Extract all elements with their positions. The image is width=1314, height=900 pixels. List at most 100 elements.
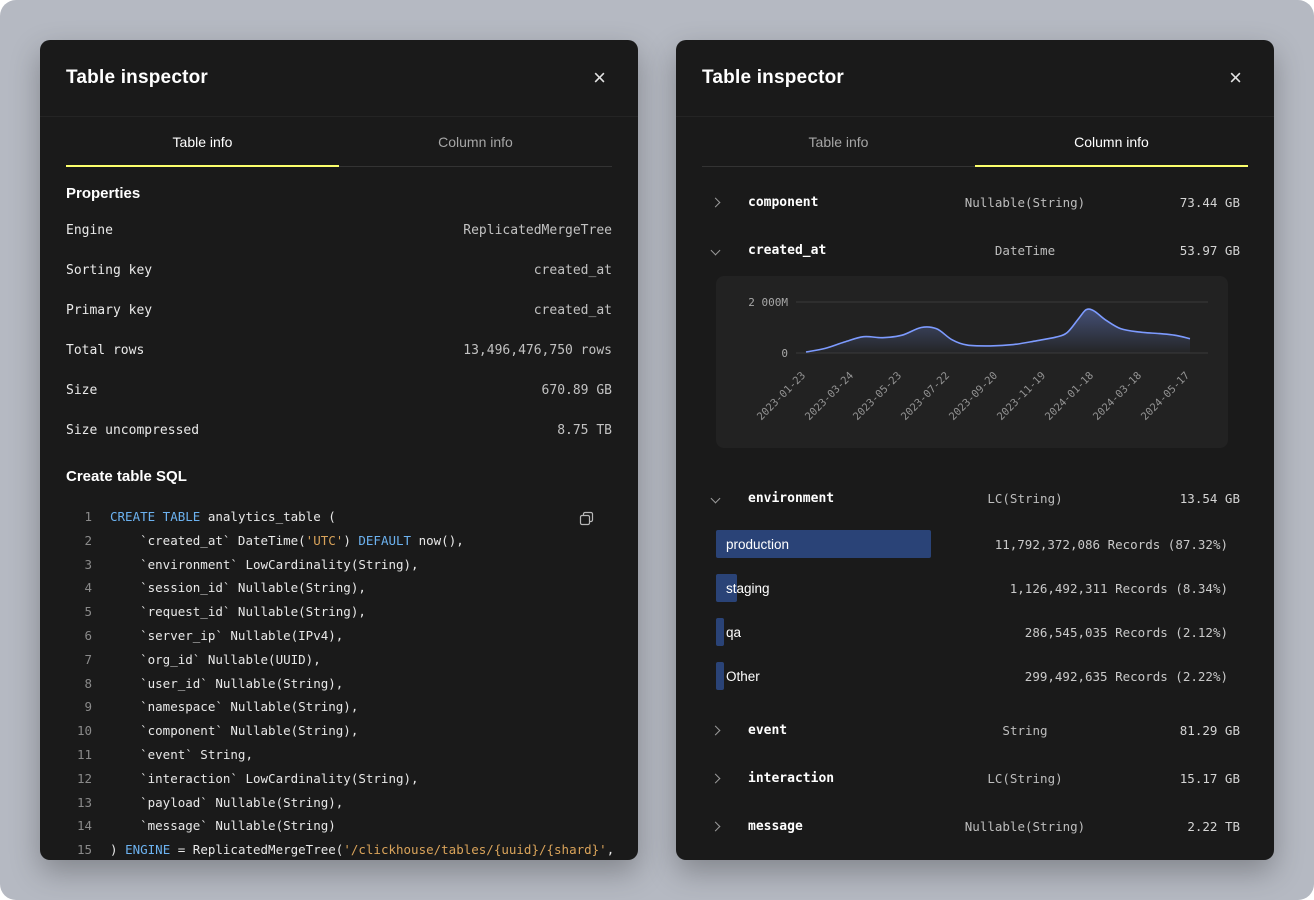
svg-text:2023-01-23: 2023-01-23 <box>755 370 808 423</box>
tab-table-info[interactable]: Table info <box>702 117 975 166</box>
sql-line: 10 `component` Nullable(String), <box>66 719 612 743</box>
svg-text:0: 0 <box>781 347 788 360</box>
property-value: ReplicatedMergeTree <box>463 223 612 238</box>
column-name: message <box>748 819 920 834</box>
line-number: 14 <box>66 814 92 838</box>
bar-label: staging <box>716 581 770 596</box>
sql-line: 12 `interaction` LowCardinality(String), <box>66 767 612 791</box>
column-list: componentNullable(String)73.44 GBcreated… <box>676 178 1274 850</box>
chevron-down-icon <box>712 247 722 254</box>
svg-text:2023-05-23: 2023-05-23 <box>851 370 904 423</box>
line-number: 6 <box>66 624 92 648</box>
svg-text:2 000M: 2 000M <box>748 296 788 309</box>
property-row: Primary keycreated_at <box>66 290 612 330</box>
chevron-right-icon <box>712 775 722 782</box>
bar-label: qa <box>716 625 741 640</box>
tab-table-info[interactable]: Table info <box>66 117 339 166</box>
line-number: 9 <box>66 695 92 719</box>
copy-icon[interactable] <box>575 507 598 533</box>
column-type: String <box>920 723 1130 738</box>
tab-column-info[interactable]: Column info <box>339 117 612 166</box>
column-size: 73.44 GB <box>1130 195 1240 210</box>
line-number: 13 <box>66 791 92 815</box>
table-inspector-modal-table-info: Table inspector × Table info Column info… <box>40 40 638 860</box>
properties-list: Engine ReplicatedMergeTree Sorting keycrea… <box>66 210 612 450</box>
property-label: Total rows <box>66 343 144 358</box>
page: Table inspector × Table info Column info… <box>0 0 1314 900</box>
bar-value: 1,126,492,311 Records (8.34%) <box>1010 581 1228 596</box>
chevron-right-icon <box>712 727 722 734</box>
property-row: Sorting keycreated_at <box>66 250 612 290</box>
page-title: Table inspector <box>702 67 844 89</box>
property-value: 13,496,476,750 rows <box>463 343 612 358</box>
bar-row-production: production 11,792,372,086 Records (87.32%… <box>716 522 1228 566</box>
property-row: Total rows 13,496,476,750 rows <box>66 330 612 370</box>
sql-lines: 1CREATE TABLE analytics_table (2 `create… <box>66 505 612 860</box>
line-number: 2 <box>66 529 92 553</box>
property-row: Size 670.89 GB <box>66 370 612 410</box>
sql-line: 8 `user_id` Nullable(String), <box>66 672 612 696</box>
svg-text:2023-11-19: 2023-11-19 <box>995 370 1048 423</box>
sql-line: 15) ENGINE = ReplicatedMergeTree('/click… <box>66 838 612 860</box>
property-label: Primary key <box>66 303 152 318</box>
sql-line: 6 `server_ip` Nullable(IPv4), <box>66 624 612 648</box>
column-size: 53.97 GB <box>1130 243 1240 258</box>
property-value: 670.89 GB <box>542 383 612 398</box>
property-row: Engine ReplicatedMergeTree <box>66 210 612 250</box>
column-name: created_at <box>748 243 920 258</box>
sql-line: 14 `message` Nullable(String) <box>66 814 612 838</box>
column-row-created_at[interactable]: created_atDateTime53.97 GB <box>676 226 1274 274</box>
sql-line: 1CREATE TABLE analytics_table ( <box>66 505 612 529</box>
close-icon[interactable]: × <box>1223 65 1248 91</box>
property-label: Size <box>66 383 97 398</box>
column-size: 2.22 TB <box>1130 819 1240 834</box>
line-number: 1 <box>66 505 92 529</box>
line-number: 12 <box>66 767 92 791</box>
line-number: 7 <box>66 648 92 672</box>
environment-value-bars: production 11,792,372,086 Records (87.32%… <box>676 522 1274 698</box>
sql-line: 13 `payload` Nullable(String), <box>66 791 612 815</box>
property-label: Engine <box>66 223 113 238</box>
svg-text:2023-07-22: 2023-07-22 <box>899 370 952 423</box>
sql-line: 4 `session_id` Nullable(String), <box>66 576 612 600</box>
column-row-interaction[interactable]: interactionLC(String)15.17 GB <box>676 754 1274 802</box>
column-type: Nullable(String) <box>920 195 1130 210</box>
close-icon[interactable]: × <box>587 65 612 91</box>
create-table-sql-heading: Create table SQL <box>66 468 612 485</box>
chevron-down-icon <box>712 495 722 502</box>
created-at-distribution-chart: 2 000M02023-01-232023-03-242023-05-23202… <box>716 276 1228 448</box>
svg-text:2024-01-18: 2024-01-18 <box>1043 370 1096 423</box>
line-number: 11 <box>66 743 92 767</box>
sql-line: 7 `org_id` Nullable(UUID), <box>66 648 612 672</box>
chevron-right-icon <box>712 823 722 830</box>
line-number: 5 <box>66 600 92 624</box>
line-number: 4 <box>66 576 92 600</box>
column-row-component[interactable]: componentNullable(String)73.44 GB <box>676 178 1274 226</box>
bar-label: Other <box>716 669 760 684</box>
panel-header: Table inspector × <box>40 40 638 117</box>
bar-row-qa: qa 286,545,035 Records (2.12%) <box>716 610 1228 654</box>
column-row-event[interactable]: eventString81.29 GB <box>676 706 1274 754</box>
bar-value: 11,792,372,086 Records (87.32%) <box>995 537 1228 552</box>
svg-text:2024-05-17: 2024-05-17 <box>1139 370 1192 423</box>
tab-column-info[interactable]: Column info <box>975 117 1248 166</box>
sql-line: 11 `event` String, <box>66 743 612 767</box>
bar-label: production <box>716 537 789 552</box>
column-size: 13.54 GB <box>1130 491 1240 506</box>
sql-line: 5 `request_id` Nullable(String), <box>66 600 612 624</box>
column-name: event <box>748 723 920 738</box>
svg-text:2024-03-18: 2024-03-18 <box>1091 370 1144 423</box>
column-row-environment[interactable]: environmentLC(String)13.54 GB <box>676 474 1274 522</box>
line-number: 3 <box>66 553 92 577</box>
property-row: Size uncompressed8.75 TB <box>66 410 612 450</box>
bar-row-Other: Other299,492,635 Records (2.22%) <box>716 654 1228 698</box>
column-row-message[interactable]: messageNullable(String)2.22 TB <box>676 802 1274 850</box>
chevron-right-icon <box>712 199 722 206</box>
line-number: 8 <box>66 672 92 696</box>
sql-line: 9 `namespace` Nullable(String), <box>66 695 612 719</box>
page-title: Table inspector <box>66 67 208 89</box>
bar-value: 286,545,035 Records (2.12%) <box>1025 625 1228 640</box>
line-number: 10 <box>66 719 92 743</box>
property-label: Size uncompressed <box>66 423 199 438</box>
bar-row-staging: staging 1,126,492,311 Records (8.34%) <box>716 566 1228 610</box>
